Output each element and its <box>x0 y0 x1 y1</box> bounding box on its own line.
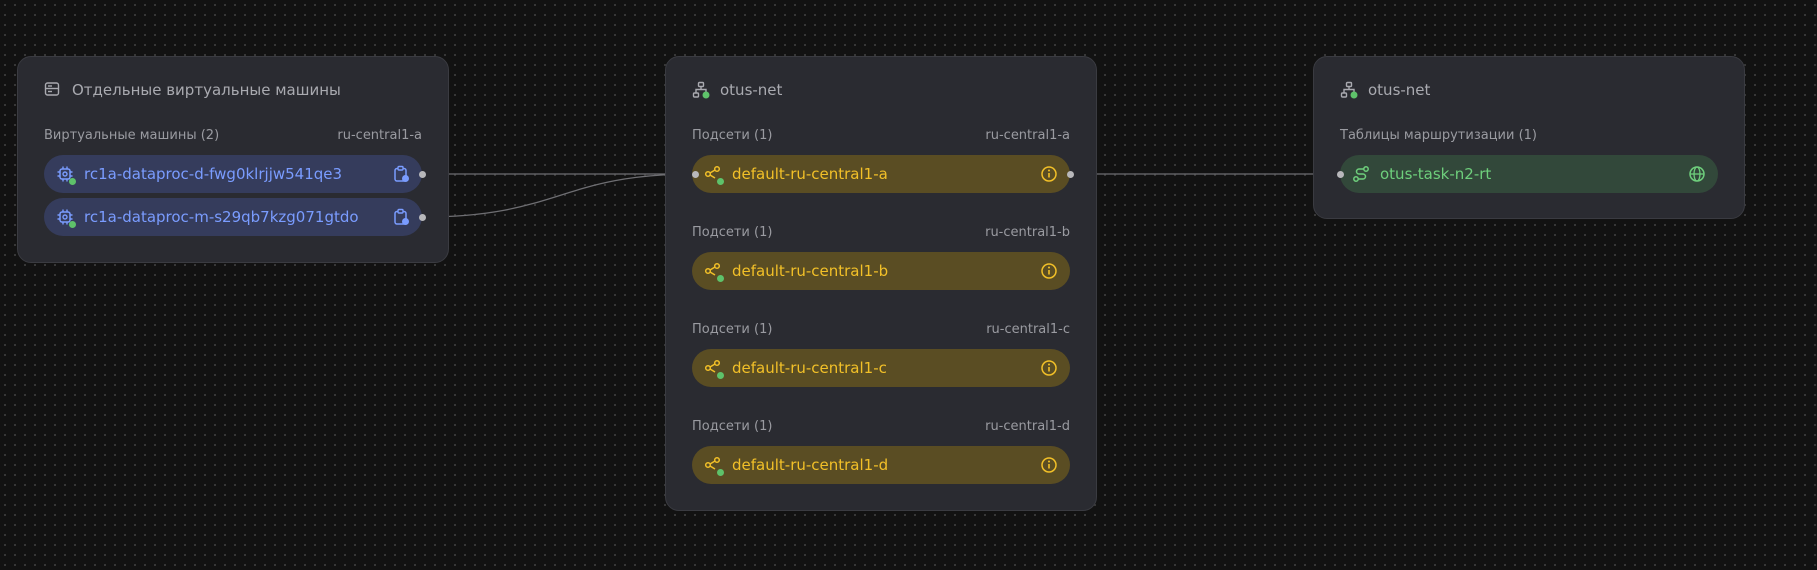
globe-icon[interactable] <box>1688 165 1706 183</box>
subnet-section-label: Подсети (1) <box>692 128 773 143</box>
vm-group-header: Отдельные виртуальные машины <box>44 81 341 99</box>
status-ok-indicator <box>717 178 724 185</box>
vm-section-label: Виртуальные машины (2) <box>44 128 220 143</box>
clipboard-icon[interactable] <box>392 165 410 183</box>
route-section-header: Таблицы маршрутизации (1) <box>1340 128 1718 143</box>
subnet-share-icon <box>704 165 724 185</box>
vm1-out-port[interactable] <box>419 171 426 178</box>
subnet-section-header: Подсети (1) ru-central1-b <box>692 225 1070 240</box>
network-group-card: otus-net Подсети (1) ru-central1-a defau… <box>665 56 1097 511</box>
network-group-header: otus-net <box>692 81 782 99</box>
network-icon <box>1340 81 1358 99</box>
route-section-label: Таблицы маршрутизации (1) <box>1340 128 1537 143</box>
route-icon <box>1352 165 1370 183</box>
vm-group-title: Отдельные виртуальные машины <box>72 81 341 99</box>
route-table-name: otus-task-n2-rt <box>1380 165 1492 183</box>
subnet-item[interactable]: default-ru-central1-d <box>692 446 1070 484</box>
route-group-title: otus-net <box>1368 81 1431 99</box>
subnet-share-icon <box>704 262 724 282</box>
subnet-section-zone: ru-central1-b <box>985 225 1070 240</box>
subnet-section-header: Подсети (1) ru-central1-c <box>692 322 1070 337</box>
subnet-name: default-ru-central1-b <box>732 262 889 280</box>
info-icon[interactable] <box>1040 262 1058 280</box>
subnet-section-header: Подсети (1) ru-central1-d <box>692 419 1070 434</box>
route-in-port[interactable] <box>1337 171 1344 178</box>
subnet-section-zone: ru-central1-d <box>985 419 1070 434</box>
cpu-chip-icon <box>56 208 76 228</box>
subnet-name: default-ru-central1-a <box>732 165 888 183</box>
subnet-item[interactable]: default-ru-central1-a <box>692 155 1070 193</box>
info-icon[interactable] <box>1040 359 1058 377</box>
vm-name: rc1a-dataproc-d-fwg0klrjjw541qe3 <box>84 165 343 183</box>
subnet-name: default-ru-central1-d <box>732 456 889 474</box>
vm-section-zone: ru-central1-a <box>337 128 422 143</box>
subnet-section-label: Подсети (1) <box>692 322 773 337</box>
subnet-share-icon <box>704 456 724 476</box>
vm2-out-port[interactable] <box>419 214 426 221</box>
subnet-item[interactable]: default-ru-central1-b <box>692 252 1070 290</box>
network-icon <box>692 81 710 99</box>
status-ok-indicator <box>717 372 724 379</box>
route-group-card: otus-net Таблицы маршрутизации (1) otus-… <box>1313 56 1745 219</box>
link-vm2-subnet-a <box>421 173 696 218</box>
subnet-name: default-ru-central1-c <box>732 359 887 377</box>
subnet-section-zone: ru-central1-a <box>985 128 1070 143</box>
route-table-item[interactable]: otus-task-n2-rt <box>1340 155 1718 193</box>
vm-section-header: Виртуальные машины (2) ru-central1-a <box>44 128 422 143</box>
vm-group-card: Отдельные виртуальные машины Виртуальные… <box>17 56 449 263</box>
network-group-title: otus-net <box>720 81 783 99</box>
subnet-section-label: Подсети (1) <box>692 225 773 240</box>
subnet-section-label: Подсети (1) <box>692 419 773 434</box>
subnet-item[interactable]: default-ru-central1-c <box>692 349 1070 387</box>
status-ok-indicator <box>69 178 76 185</box>
vm-item[interactable]: rc1a-dataproc-d-fwg0klrjjw541qe3 <box>44 155 422 193</box>
subnet-section-zone: ru-central1-c <box>986 322 1070 337</box>
subnet-a-in-port[interactable] <box>692 171 699 178</box>
info-icon[interactable] <box>1040 165 1058 183</box>
subnet-a-out-port[interactable] <box>1067 171 1074 178</box>
route-group-header: otus-net <box>1340 81 1430 99</box>
status-ok-indicator <box>69 221 76 228</box>
vm-item[interactable]: rc1a-dataproc-m-s29qb7kzg071gtdo <box>44 198 422 236</box>
cpu-chip-icon <box>56 165 76 185</box>
info-icon[interactable] <box>1040 456 1058 474</box>
server-list-icon <box>44 81 62 99</box>
subnet-section-header: Подсети (1) ru-central1-a <box>692 128 1070 143</box>
vm-name: rc1a-dataproc-m-s29qb7kzg071gtdo <box>84 208 359 226</box>
status-ok-indicator <box>717 469 724 476</box>
subnet-share-icon <box>704 359 724 379</box>
clipboard-icon[interactable] <box>392 208 410 226</box>
topology-canvas[interactable]: Отдельные виртуальные машины Виртуальные… <box>0 0 1817 570</box>
status-ok-indicator <box>717 275 724 282</box>
